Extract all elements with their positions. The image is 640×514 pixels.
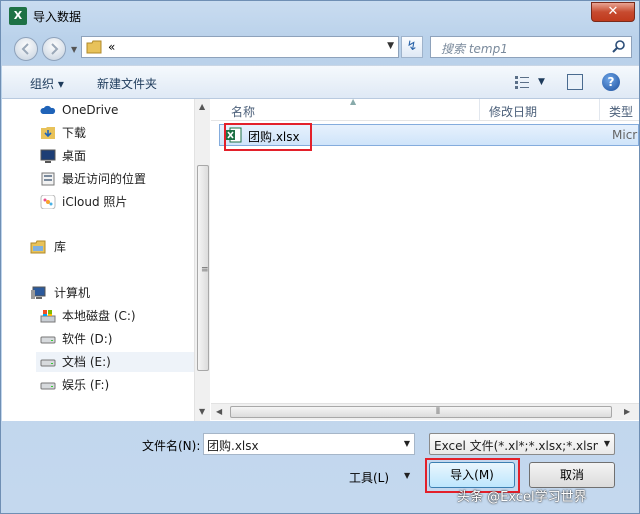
nav-label: 桌面 [62,149,87,163]
nav-item-icloud-photos[interactable]: iCloud 照片 [40,192,194,212]
address-bar[interactable]: « ▼ [81,36,399,58]
cancel-button[interactable]: 取消 [529,462,615,488]
nav-label: 软件 (D:) [62,332,113,346]
nav-label: iCloud 照片 [62,195,128,209]
nav-vertical-scrollbar[interactable]: ▲ ≡ ▼ [194,99,210,421]
navigation-pane: OneDrive 下载 桌面 最近访问的位置 iCloud 照片 库 计算机 本… [2,99,210,421]
nav-item-onedrive[interactable]: OneDrive [40,100,194,120]
view-options-icon[interactable] [514,75,530,89]
drive-icon [40,359,56,367]
nav-label: 下载 [62,126,87,140]
nav-label: 文档 (E:) [62,355,111,369]
file-horizontal-scrollbar[interactable]: ◀ ⦀ ▶ [211,403,639,420]
desktop-icon [40,149,56,163]
column-type[interactable]: 类型 [609,103,633,120]
tools-menu[interactable]: 工具(L) [349,469,389,486]
nav-item-drive-f[interactable]: 娱乐 (F:) [40,375,194,395]
address-path: « [108,40,116,54]
recent-pages-dropdown[interactable]: ▼ [71,45,77,54]
file-type-select[interactable]: Excel 文件(*.xl*;*.xlsx;*.xlsm;*. ▼ [429,433,615,455]
nav-item-computer[interactable]: 计算机 [30,283,200,303]
column-header: ▲ 名称 修改日期 类型 [211,97,639,121]
nav-item-drive-c[interactable]: 本地磁盘 (C:) [40,306,194,326]
library-icon [30,240,46,254]
system-drive-icon [40,310,56,323]
search-input[interactable]: 搜索 temp1 [430,36,632,58]
organize-menu[interactable]: 组织 ▾ [30,75,64,92]
nav-item-library[interactable]: 库 [30,237,200,257]
red-highlight-box [224,123,312,151]
column-divider[interactable] [599,99,600,121]
grip-icon: ⦀ [436,407,440,417]
scroll-right-arrow-icon[interactable]: ▶ [624,407,630,416]
scroll-left-arrow-icon[interactable]: ◀ [216,407,222,416]
close-button[interactable]: ✕ [591,2,635,22]
preview-pane-icon[interactable] [567,74,583,90]
address-dropdown-icon[interactable]: ▼ [387,41,394,51]
excel-app-icon: X [9,7,27,25]
filename-value: 团购.xlsx [207,439,259,453]
scroll-thumb[interactable]: ≡ [197,165,209,371]
file-type: Micr [612,128,638,142]
import-data-dialog: X 导入数据 ✕ ▼ « ▼ ↯ 搜索 temp1 组织 ▾ 新建文件夹 ▼ ?… [0,0,640,514]
file-list-pane: ▲ 名称 修改日期 类型 团购.xlsx Micr ◀ ⦀ ▶ [211,97,639,421]
column-name[interactable]: 名称 [231,103,255,120]
view-dropdown-icon[interactable]: ▼ [538,77,545,87]
column-divider[interactable] [479,99,480,121]
onedrive-icon [40,105,56,114]
dialog-title: 导入数据 [33,10,82,24]
content-area: OneDrive 下载 桌面 最近访问的位置 iCloud 照片 库 计算机 本… [2,97,639,421]
file-type-value: Excel 文件(*.xl*;*.xlsx;*.xlsm;*. [434,439,598,453]
recent-places-icon [41,172,55,186]
icloud-photos-icon [40,195,56,209]
computer-icon [31,286,46,299]
nav-item-recent[interactable]: 最近访问的位置 [40,169,194,189]
nav-label: 本地磁盘 (C:) [62,309,136,323]
drive-icon [40,336,56,344]
folder-icon [86,40,102,54]
scroll-down-arrow-icon[interactable]: ▼ [199,407,205,416]
nav-label: 娱乐 (F:) [62,378,110,392]
new-folder-button[interactable]: 新建文件夹 [97,75,157,92]
filename-field[interactable]: 团购.xlsx ▼ [203,433,415,455]
nav-item-drive-e[interactable]: 文档 (E:) [36,352,196,372]
nav-label: 计算机 [54,286,91,300]
nav-item-desktop[interactable]: 桌面 [40,146,194,166]
download-folder-icon [41,127,55,139]
back-arrow-icon [21,43,29,55]
grip-icon: ≡ [201,265,209,275]
chevron-down-icon[interactable]: ▼ [404,439,410,448]
nav-item-downloads[interactable]: 下载 [40,123,194,143]
nav-label: OneDrive [62,103,119,117]
filename-label: 文件名(N): [142,439,201,453]
drive-icon [40,382,56,390]
watermark: 头条 @Excel学习世界 [457,490,587,505]
nav-label: 最近访问的位置 [62,172,147,186]
nav-label: 库 [54,240,67,254]
refresh-button[interactable]: ↯ [401,36,423,58]
help-icon[interactable]: ? [602,73,620,91]
forward-arrow-icon [51,43,59,55]
chevron-down-icon[interactable]: ▼ [604,439,610,448]
title-bar: X 导入数据 ✕ [1,1,640,31]
search-placeholder: 搜索 temp1 [441,42,508,56]
column-modified[interactable]: 修改日期 [489,103,537,120]
scroll-up-arrow-icon[interactable]: ▲ [199,102,205,111]
search-icon[interactable] [611,39,627,55]
nav-item-drive-d[interactable]: 软件 (D:) [40,329,194,349]
sort-arrow-icon: ▲ [350,97,357,106]
back-button[interactable] [14,37,38,61]
scroll-thumb[interactable]: ⦀ [230,406,612,418]
toolbar: 组织 ▾ 新建文件夹 ▼ ? [2,65,639,99]
forward-button[interactable] [42,37,66,61]
tools-dropdown-icon[interactable]: ▼ [404,471,410,480]
